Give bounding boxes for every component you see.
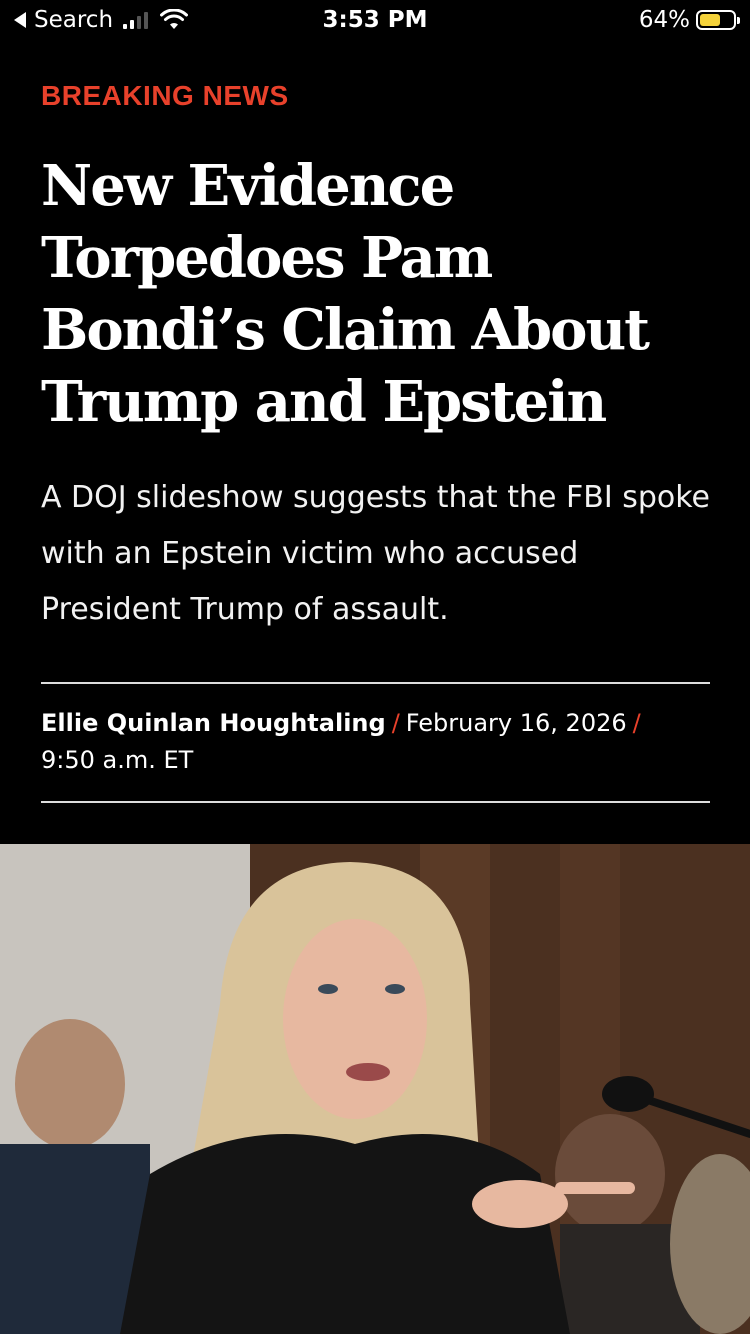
hero-photo bbox=[0, 844, 750, 1334]
battery-status: 64% bbox=[638, 7, 740, 33]
byline-top-divider bbox=[41, 682, 710, 684]
publish-date: February 16, 2026 bbox=[405, 709, 627, 737]
byline-separator: / bbox=[391, 709, 400, 737]
article-dek: A DOJ slideshow suggests that the FBI sp… bbox=[41, 480, 711, 627]
battery-icon bbox=[696, 10, 740, 30]
byline-bottom-divider bbox=[41, 801, 710, 803]
battery-percent: 64% bbox=[638, 7, 690, 33]
speaker-photo-icon bbox=[0, 844, 750, 1334]
author-link[interactable]: Ellie Quinlan Houghtaling bbox=[41, 709, 386, 737]
clock: 3:53 PM bbox=[322, 7, 428, 33]
breaking-news-kicker: BREAKING NEWS bbox=[41, 80, 289, 111]
byline-separator: / bbox=[632, 709, 641, 737]
battery-level-fill bbox=[700, 14, 720, 26]
article-headline: New Evidence Torpedoes Pam Bondi’s Claim… bbox=[41, 153, 650, 435]
byline: Ellie Quinlan Houghtaling / February 16, 2… bbox=[41, 705, 710, 779]
publish-time: 9:50 a.m. ET bbox=[41, 746, 194, 774]
status-bar: Search 3:53 PM 64% bbox=[0, 0, 750, 40]
